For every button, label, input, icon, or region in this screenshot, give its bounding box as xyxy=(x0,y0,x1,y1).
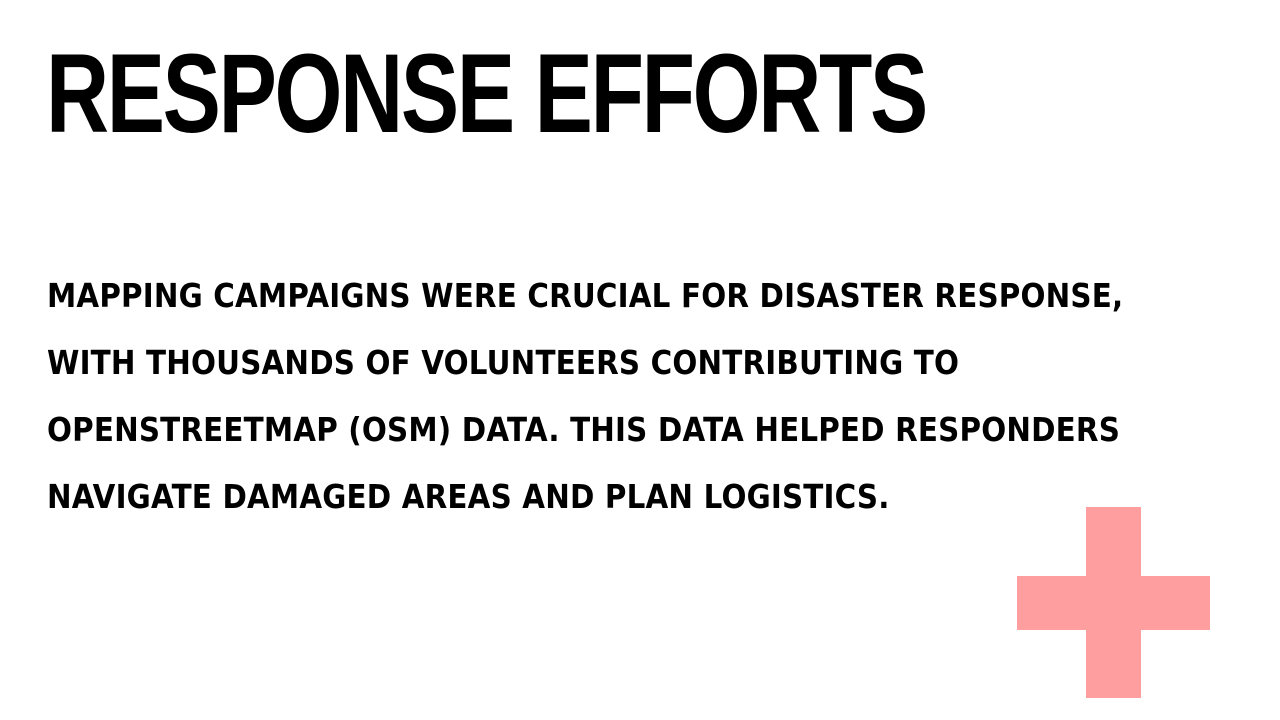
body-line-1: MAPPING CAMPAIGNS WERE CRUCIAL FOR DISAS… xyxy=(47,276,1124,315)
plus-cross-icon xyxy=(1017,507,1210,698)
cross-horizontal-bar xyxy=(1017,576,1210,630)
body-line-2: WITH THOUSANDS OF VOLUNTEERS CONTRIBUTIN… xyxy=(47,343,960,382)
body-line-4: NAVIGATE DAMAGED AREAS AND PLAN LOGISTIC… xyxy=(47,477,890,516)
slide-title: RESPONSE EFFORTS xyxy=(46,31,928,156)
body-line-3: OPENSTREETMAP (OSM) DATA. THIS DATA HELP… xyxy=(47,410,1121,449)
slide: RESPONSE EFFORTS MAPPING CAMPAIGNS WERE … xyxy=(0,0,1280,720)
slide-body: MAPPING CAMPAIGNS WERE CRUCIAL FOR DISAS… xyxy=(47,262,1124,530)
